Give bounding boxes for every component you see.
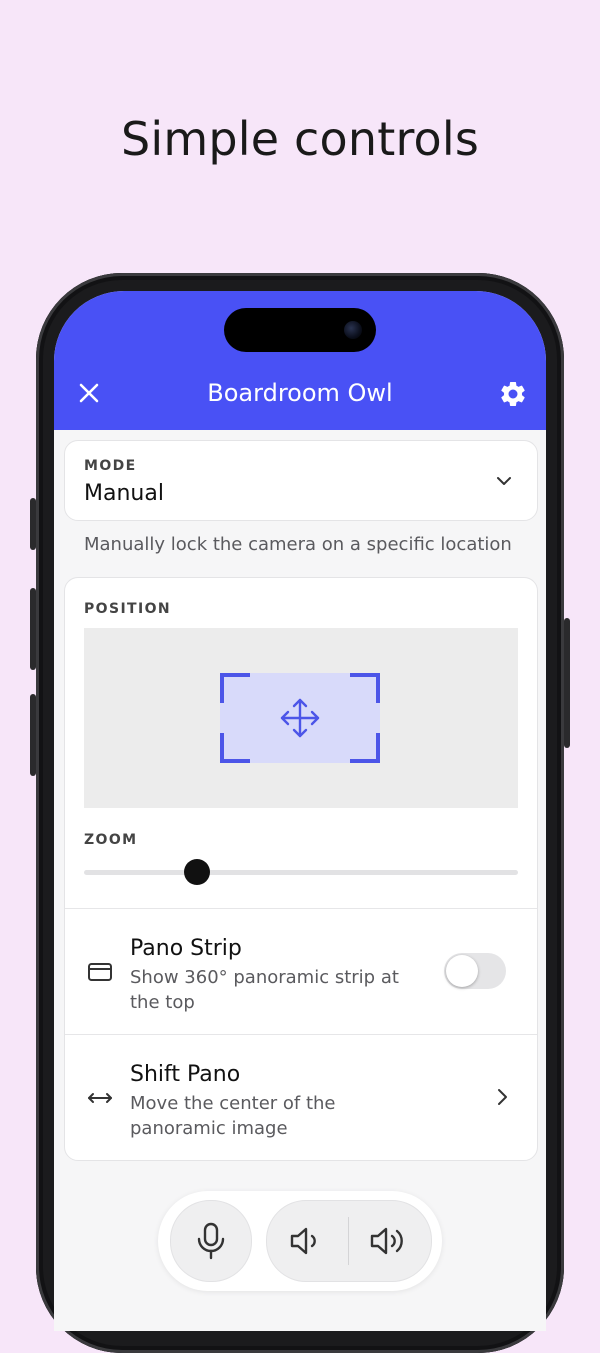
volume-up-button[interactable] (349, 1201, 429, 1281)
gear-icon (501, 381, 525, 406)
pano-strip-subtitle: Show 360° panoramic strip at the top (130, 967, 399, 1013)
mode-selector[interactable]: MODE Manual (64, 440, 538, 521)
frame-corner (220, 673, 250, 703)
zoom-label: ZOOM (84, 832, 138, 848)
mode-description: Manually lock the camera on a specific l… (84, 534, 512, 555)
zoom-slider[interactable] (84, 859, 518, 885)
shift-pano-row[interactable]: Shift Pano Move the center of the panora… (65, 1035, 537, 1159)
page-headline: Simple controls (120, 112, 480, 166)
mode-value: Manual (84, 481, 164, 506)
camera-controls-card: POSITION ZOOM Pano Strip Show 360° panor… (64, 577, 538, 1161)
position-label: POSITION (84, 601, 172, 617)
pano-strip-toggle[interactable] (444, 953, 506, 989)
front-camera (344, 321, 362, 339)
phone-action-button (30, 498, 36, 550)
toggle-knob (446, 955, 478, 987)
pano-strip-title: Pano Strip (130, 936, 242, 961)
phone-volume-down-button (30, 694, 36, 776)
dynamic-island (224, 308, 376, 352)
frame-corner (220, 733, 250, 763)
pano-strip-row: Pano Strip Show 360° panoramic strip at … (65, 909, 537, 1033)
frame-corner (350, 733, 380, 763)
phone-power-button (564, 618, 570, 748)
volume-down-button[interactable] (267, 1201, 347, 1281)
app-screen: Boardroom Owl MODE Manual Manually lock … (54, 291, 546, 1331)
volume-down-icon (290, 1227, 316, 1255)
settings-button[interactable] (498, 379, 528, 409)
chevron-down-icon (497, 477, 511, 485)
chevron-right-icon (498, 1089, 507, 1105)
panorama-strip-icon (88, 963, 112, 981)
horizontal-arrows-icon (88, 1093, 112, 1103)
shift-pano-subtitle: Move the center of the panoramic image (130, 1093, 336, 1139)
mode-label: MODE (84, 458, 137, 474)
camera-frame-handle[interactable] (220, 673, 380, 763)
audio-controls-bar (158, 1191, 442, 1291)
microphone-button[interactable] (170, 1200, 252, 1282)
frame-corner (350, 673, 380, 703)
volume-up-icon (370, 1227, 403, 1255)
move-arrows-icon (280, 698, 320, 738)
app-header: Boardroom Owl (54, 291, 546, 430)
volume-controls (266, 1200, 432, 1282)
device-title: Boardroom Owl (207, 379, 393, 407)
microphone-icon (197, 1222, 225, 1260)
position-pad[interactable] (84, 628, 518, 808)
phone-volume-up-button (30, 588, 36, 670)
zoom-slider-thumb[interactable] (183, 859, 210, 885)
shift-pano-title: Shift Pano (130, 1062, 241, 1087)
